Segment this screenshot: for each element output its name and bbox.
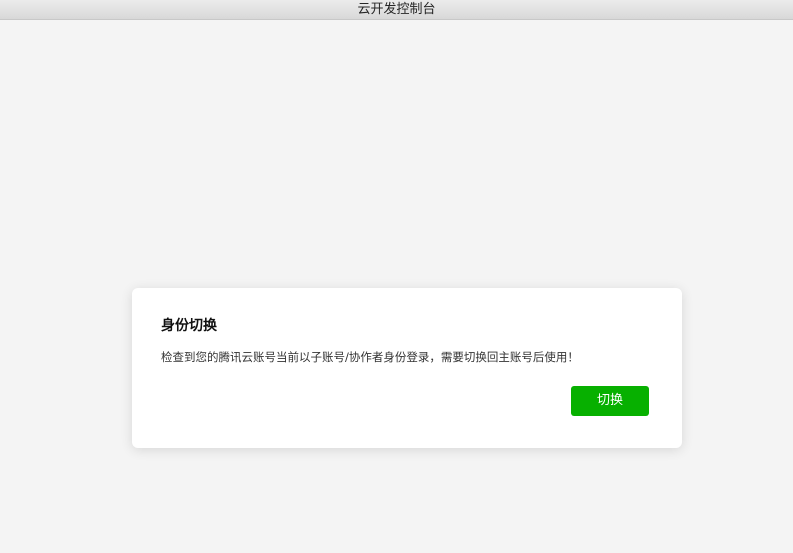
- window-title: 云开发控制台: [357, 2, 436, 17]
- switch-button[interactable]: 切换: [571, 386, 649, 416]
- dialog-message: 检查到您的腾讯云账号当前以子账号/协作者身份登录，需要切换回主账号后使用！: [161, 350, 579, 364]
- app-window: 云开发控制台 身份切换 检查到您的腾讯云账号当前以子账号/协作者身份登录，需要切…: [0, 0, 793, 553]
- dialog-title: 身份切换: [161, 318, 217, 334]
- window-titlebar: 云开发控制台: [0, 0, 793, 20]
- identity-switch-dialog: 身份切换 检查到您的腾讯云账号当前以子账号/协作者身份登录，需要切换回主账号后使…: [132, 288, 682, 448]
